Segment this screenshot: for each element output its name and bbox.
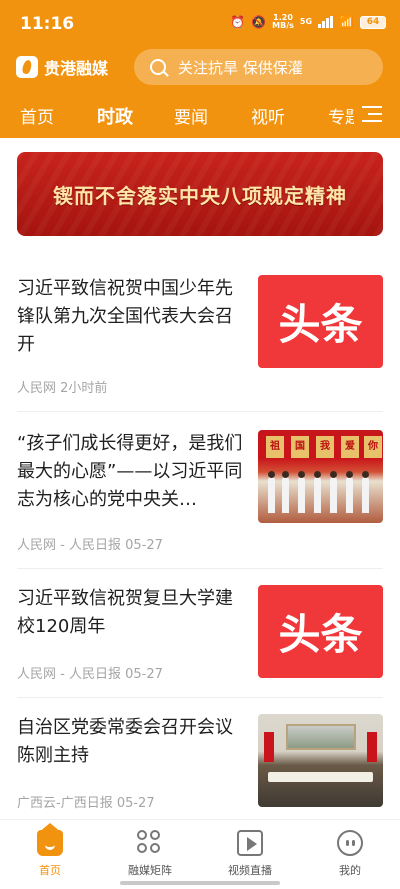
- flag-char: 我: [316, 436, 334, 458]
- signal-icon: [318, 16, 334, 28]
- child-figure: [282, 471, 289, 513]
- news-meta: 人民网 - 人民日报 05-27: [17, 538, 163, 553]
- alarm-icon: ⏰: [230, 15, 246, 29]
- child-figure: [268, 471, 275, 513]
- banner[interactable]: 锲而不舍落实中央八项规定精神: [17, 152, 383, 236]
- news-meta: 广西云-广西日报 05-27: [17, 796, 155, 811]
- news-title: “孩子们成长得更好，是我们最大的心愿”——以习近平同志为核心的党中央关…: [17, 433, 243, 510]
- profile-icon: [337, 830, 363, 856]
- tab-politics[interactable]: 时政: [97, 103, 133, 129]
- flag-char: 国: [291, 436, 309, 458]
- banner-text: 锲而不舍落实中央八项规定精神: [53, 183, 347, 208]
- flag-char: 爱: [341, 436, 359, 458]
- child-figure: [362, 471, 369, 513]
- tab-home[interactable]: 首页: [20, 103, 54, 128]
- toutiao-logo-text: 头条: [278, 610, 363, 659]
- tab-special[interactable]: 专题: [328, 103, 354, 128]
- news-item[interactable]: 自治区党委常委会召开会议 陈刚主持 广西云-广西日报 05-27: [17, 714, 383, 811]
- news-thumbnail: 祖 国 我 爱 你: [258, 430, 383, 523]
- app-logo-icon: [16, 56, 38, 78]
- nav-video-live[interactable]: 视频直播: [215, 830, 285, 878]
- channel-tabs: 首页 时政 要闻 视听 专题: [0, 98, 400, 132]
- net-speed: 1.20 MB/s: [272, 14, 294, 30]
- child-figure: [298, 471, 305, 513]
- matrix-icon: [137, 830, 163, 856]
- news-item[interactable]: 习近平致信祝贺中国少年先锋队第九次全国代表大会召开 人民网 2小时前 头条: [17, 275, 383, 396]
- bottom-nav: 首页 融媒矩阵 视频直播 我的: [0, 819, 400, 889]
- mute-icon: 🔕: [251, 15, 267, 29]
- divider: [17, 568, 383, 569]
- home-icon: [37, 823, 63, 856]
- child-figure: [346, 471, 353, 513]
- news-thumbnail: [258, 714, 383, 807]
- nav-matrix[interactable]: 融媒矩阵: [115, 830, 185, 878]
- wall-painting: [286, 724, 356, 750]
- news-thumbnail: 头条: [258, 275, 383, 368]
- menu-icon[interactable]: [362, 106, 382, 124]
- nav-label: 视频直播: [228, 864, 272, 877]
- net-type: 5G: [299, 17, 313, 26]
- app-brand: 贵港融媒: [16, 55, 108, 79]
- search-bar[interactable]: 关注抗旱 保供保灌: [134, 49, 383, 85]
- status-time: 11:16: [20, 14, 75, 34]
- child-figure: [330, 471, 337, 513]
- news-thumbnail: 头条: [258, 585, 383, 678]
- flag-left: [264, 732, 274, 762]
- news-item[interactable]: “孩子们成长得更好，是我们最大的心愿”——以习近平同志为核心的党中央关… 人民网…: [17, 430, 383, 553]
- wifi-icon: 📶: [339, 15, 354, 29]
- flag-char: 祖: [266, 436, 284, 458]
- meeting-table: [268, 772, 373, 782]
- news-title: 习近平致信祝贺复旦大学建校120周年: [17, 588, 233, 637]
- tab-news[interactable]: 要闻: [174, 103, 208, 128]
- news-item[interactable]: 习近平致信祝贺复旦大学建校120周年 人民网 - 人民日报 05-27 头条: [17, 585, 383, 682]
- divider: [17, 411, 383, 412]
- divider: [17, 697, 383, 698]
- net-speed-unit: MB/s: [272, 21, 294, 30]
- news-title: 习近平致信祝贺中国少年先锋队第九次全国代表大会召开: [17, 278, 233, 355]
- tab-video[interactable]: 视听: [251, 103, 285, 128]
- nav-home[interactable]: 首页: [15, 823, 85, 878]
- nav-label: 我的: [339, 864, 361, 877]
- news-title: 自治区党委常委会召开会议 陈刚主持: [17, 717, 233, 766]
- news-meta: 人民网 2小时前: [17, 381, 108, 396]
- search-icon: [150, 59, 166, 75]
- app-header: 11:16 ⏰ 🔕 1.20 MB/s 5G 📶 64 贵港融媒 关注抗旱 保供…: [0, 0, 400, 138]
- home-indicator[interactable]: [120, 881, 280, 885]
- nav-profile[interactable]: 我的: [315, 830, 385, 878]
- video-live-icon: [237, 830, 263, 856]
- toutiao-logo-text: 头条: [278, 300, 363, 349]
- app-name: 贵港融媒: [44, 59, 109, 78]
- flag-char: 你: [364, 436, 382, 458]
- search-placeholder: 关注抗旱 保供保灌: [178, 58, 303, 77]
- flag-right: [367, 732, 377, 762]
- nav-label: 首页: [39, 864, 61, 877]
- nav-label: 融媒矩阵: [128, 864, 172, 877]
- child-figure: [314, 471, 321, 513]
- status-icons: ⏰ 🔕 1.20 MB/s 5G 📶 64: [230, 14, 386, 30]
- battery-icon: 64: [360, 15, 386, 29]
- status-bar: 11:16 ⏰ 🔕 1.20 MB/s 5G 📶 64: [0, 0, 400, 46]
- news-meta: 人民网 - 人民日报 05-27: [17, 667, 163, 682]
